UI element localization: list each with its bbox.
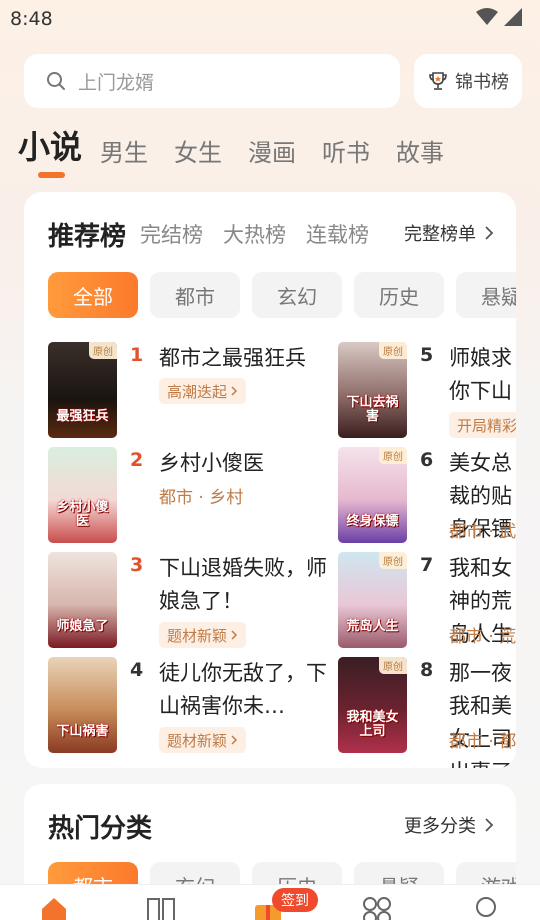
book-cover: 原创 最强狂兵 [48,342,117,438]
book-title: 都市之最强狂兵 [159,346,306,370]
book-title: 乡村小傻医 [159,451,264,475]
subtab-hot[interactable]: 大热榜 [223,219,286,249]
cover-text: 终身保镖 [346,514,399,529]
tab-female[interactable]: 女生 [174,133,222,168]
chevron-right-icon [231,735,238,745]
full-list-link[interactable]: 完整榜单 [404,220,494,246]
tab-novel[interactable]: 小说 [18,122,82,168]
wifi-icon [476,8,498,25]
original-badge: 原创 [379,447,407,464]
profile-icon[interactable] [470,895,502,920]
rank-number: 8 [420,659,434,681]
bookshelf-icon[interactable] [145,895,177,920]
book-cover: 师娘急了 [48,552,117,648]
rank-number: 7 [420,554,434,576]
original-badge: 原创 [89,342,117,359]
tab-audiobook[interactable]: 听书 [322,133,370,168]
book-category: 都市 · 都 [449,732,516,752]
tab-comic[interactable]: 漫画 [248,133,296,168]
original-badge: 原创 [379,342,407,359]
book-tag: 题材新颖 [159,727,247,753]
rank-number: 4 [130,659,144,681]
rank-number: 6 [420,449,434,471]
book-category: 都市 · 荒 [449,627,516,647]
book-tag: 高潮迭起 [159,378,247,404]
jinshu-rank-label: 锦书榜 [455,72,509,93]
cover-text: 下山去祸害 [346,395,399,424]
search-bar[interactable]: 上门龙婿 [24,54,400,108]
chevron-right-icon [231,386,238,396]
genre-chips: 全部 都市 玄幻 历史 悬疑 [48,272,516,318]
ranking-card: 推荐榜 完结榜 大热榜 连载榜 完整榜单 全部 都市 玄幻 历史 悬疑 原创 最… [24,192,516,768]
book-cover: 原创 我和美女上司 [338,657,407,753]
book-cover: 下山祸害 [48,657,117,753]
jinshu-rank-button[interactable]: 锦书榜 [414,54,522,108]
book-tag-label: 高潮迭起 [167,382,228,401]
original-badge: 原创 [379,657,407,674]
active-tab-indicator [38,172,65,178]
book-tag: 开局精彩 [449,412,516,438]
cover-text: 师娘急了 [56,619,109,634]
category-grid-icon[interactable] [361,895,393,920]
chevron-right-icon [485,818,494,832]
chip-urban[interactable]: 都市 [150,272,240,318]
cover-text: 下山祸害 [56,724,109,739]
chip-all[interactable]: 全部 [48,272,138,318]
more-categories-link[interactable]: 更多分类 [404,812,494,838]
search-placeholder: 上门龙婿 [78,71,155,94]
status-time: 8:48 [10,8,53,30]
subtab-serial[interactable]: 连载榜 [306,219,369,249]
book-tag: 题材新颖 [159,622,247,648]
hot-categories-title: 热门分类 [48,813,153,844]
full-list-label: 完整榜单 [404,224,476,245]
book-tag-label: 题材新颖 [167,731,228,750]
book-cover: 乡村小傻医 [48,447,117,543]
home-icon[interactable] [38,895,70,920]
cover-text: 荒岛人生 [346,619,399,634]
status-bar: 8:48 [0,0,540,36]
rank-number: 2 [130,449,144,471]
trophy-icon [429,72,447,90]
book-title: 徒儿你无敌了，下山祸害你未… [159,661,327,718]
book-cover: 原创 荒岛人生 [338,552,407,648]
ranking-title[interactable]: 推荐榜 [48,216,126,253]
signal-icon [504,8,522,26]
cover-text: 我和美女上司 [346,710,399,739]
cover-text: 最强狂兵 [56,409,109,424]
bottom-nav [0,884,540,920]
status-icons [476,8,522,26]
chevron-right-icon [231,630,238,640]
chip-suspense[interactable]: 悬疑 [456,272,516,318]
book-tag-label: 题材新颖 [167,626,228,645]
cover-text: 乡村小傻医 [56,500,109,529]
chip-fantasy[interactable]: 玄幻 [252,272,342,318]
book-cover: 原创 终身保镖 [338,447,407,543]
rank-number: 3 [130,554,144,576]
chip-history[interactable]: 历史 [354,272,444,318]
signin-badge[interactable]: 签到 [272,888,318,912]
tab-male[interactable]: 男生 [100,133,148,168]
more-categories-label: 更多分类 [404,816,476,837]
chevron-right-icon [485,226,494,240]
tab-story[interactable]: 故事 [396,133,444,168]
rank-number: 5 [420,344,434,366]
rank-number: 1 [130,344,144,366]
subtab-completed[interactable]: 完结榜 [140,219,203,249]
book-category: 都市 · 武 [449,522,516,542]
book-title: 下山退婚失败，师娘急了！ [159,556,327,613]
book-category: 都市 · 乡村 [159,488,244,508]
book-cover: 原创 下山去祸害 [338,342,407,438]
original-badge: 原创 [379,552,407,569]
search-icon [47,72,65,90]
top-tabs: 小说 男生 女生 漫画 听书 故事 [18,122,470,168]
book-tag-label: 开局精彩 [457,416,516,435]
